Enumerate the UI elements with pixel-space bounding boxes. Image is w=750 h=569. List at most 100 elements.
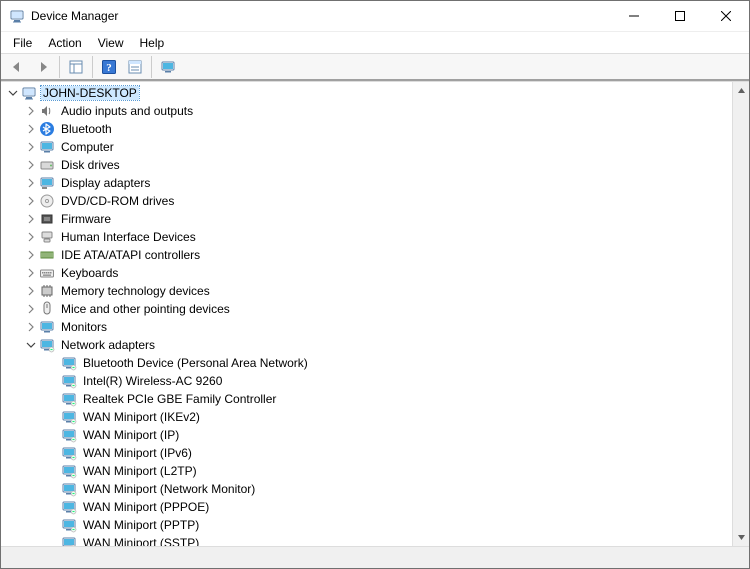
tree-node[interactable]: Mice and other pointing devices <box>1 300 732 318</box>
tree-node[interactable]: Realtek PCIe GBE Family Controller <box>1 390 732 408</box>
keyboard-icon <box>39 265 55 281</box>
tree-node[interactable]: WAN Miniport (PPPOE) <box>1 498 732 516</box>
tree-node[interactable]: WAN Miniport (L2TP) <box>1 462 732 480</box>
disk-icon <box>39 157 55 173</box>
tree-node[interactable]: IDE ATA/ATAPI controllers <box>1 246 732 264</box>
tree-node-label: Network adapters <box>59 338 157 352</box>
expand-icon[interactable] <box>23 211 39 227</box>
tree-node[interactable]: Intel(R) Wireless-AC 9260 <box>1 372 732 390</box>
tree-node[interactable]: Firmware <box>1 210 732 228</box>
back-button[interactable] <box>5 55 29 79</box>
forward-button[interactable] <box>31 55 55 79</box>
tree-node-label: Display adapters <box>59 176 152 190</box>
properties-button[interactable] <box>123 55 147 79</box>
window-title: Device Manager <box>31 9 118 23</box>
tree-node-label: DVD/CD-ROM drives <box>59 194 176 208</box>
tree-node-label: WAN Miniport (IKEv2) <box>81 410 202 424</box>
expand-icon[interactable] <box>23 175 39 191</box>
vertical-scrollbar[interactable] <box>732 82 749 546</box>
network-icon <box>61 445 77 461</box>
tree-node[interactable]: WAN Miniport (Network Monitor) <box>1 480 732 498</box>
expand-icon[interactable] <box>23 301 39 317</box>
tree-node-label: Keyboards <box>59 266 120 280</box>
memory-icon <box>39 283 55 299</box>
network-icon <box>39 337 55 353</box>
network-icon <box>61 355 77 371</box>
tree-node[interactable]: WAN Miniport (IP) <box>1 426 732 444</box>
tree-node[interactable]: WAN Miniport (PPTP) <box>1 516 732 534</box>
tree-node-label: JOHN-DESKTOP <box>41 86 139 100</box>
tree-node-label: WAN Miniport (IP) <box>81 428 181 442</box>
expand-icon[interactable] <box>23 121 39 137</box>
tree-node-label: Memory technology devices <box>59 284 212 298</box>
expand-icon[interactable] <box>23 103 39 119</box>
device-manager-window: Device Manager File Action View Help <box>0 0 750 569</box>
collapse-icon[interactable] <box>23 337 39 353</box>
monitor-icon <box>39 139 55 155</box>
expand-icon[interactable] <box>23 139 39 155</box>
tree-node-label: Human Interface Devices <box>59 230 198 244</box>
menu-help[interactable]: Help <box>132 33 173 53</box>
tree-node-label: Mice and other pointing devices <box>59 302 232 316</box>
maximize-button[interactable] <box>657 1 703 31</box>
network-icon <box>61 463 77 479</box>
scan-hardware-button[interactable] <box>156 55 180 79</box>
tree-node-label: WAN Miniport (L2TP) <box>81 464 199 478</box>
tree-node[interactable]: WAN Miniport (SSTP) <box>1 534 732 546</box>
tree-node-label: WAN Miniport (PPTP) <box>81 518 201 532</box>
network-icon <box>61 481 77 497</box>
expand-icon[interactable] <box>23 247 39 263</box>
tree-node[interactable]: Disk drives <box>1 156 732 174</box>
network-icon <box>61 499 77 515</box>
menu-action[interactable]: Action <box>40 33 89 53</box>
network-icon <box>61 373 77 389</box>
expand-icon[interactable] <box>23 229 39 245</box>
mouse-icon <box>39 301 55 317</box>
tree-node[interactable]: Keyboards <box>1 264 732 282</box>
help-button[interactable]: ? <box>97 55 121 79</box>
expand-icon[interactable] <box>23 319 39 335</box>
tree-node-label: Intel(R) Wireless-AC 9260 <box>81 374 224 388</box>
statusbar <box>1 546 749 568</box>
app-icon <box>9 8 25 24</box>
tree-node[interactable]: Computer <box>1 138 732 156</box>
show-hide-tree-button[interactable] <box>64 55 88 79</box>
ide-icon <box>39 247 55 263</box>
network-icon <box>61 427 77 443</box>
tree-node-label: WAN Miniport (Network Monitor) <box>81 482 257 496</box>
tree-node-label: WAN Miniport (PPPOE) <box>81 500 211 514</box>
device-tree[interactable]: JOHN-DESKTOPAudio inputs and outputsBlue… <box>1 82 732 546</box>
tree-node[interactable]: Audio inputs and outputs <box>1 102 732 120</box>
expand-icon[interactable] <box>23 265 39 281</box>
tree-node[interactable]: Monitors <box>1 318 732 336</box>
tree-node[interactable]: JOHN-DESKTOP <box>1 84 732 102</box>
audio-icon <box>39 103 55 119</box>
expand-icon[interactable] <box>23 157 39 173</box>
close-button[interactable] <box>703 1 749 31</box>
bluetooth-icon <box>39 121 55 137</box>
collapse-icon[interactable] <box>5 85 21 101</box>
tree-node[interactable]: Bluetooth Device (Personal Area Network) <box>1 354 732 372</box>
tree-node[interactable]: Network adapters <box>1 336 732 354</box>
titlebar: Device Manager <box>1 1 749 31</box>
minimize-button[interactable] <box>611 1 657 31</box>
window-controls <box>611 1 749 31</box>
tree-node[interactable]: Memory technology devices <box>1 282 732 300</box>
tree-node[interactable]: DVD/CD-ROM drives <box>1 192 732 210</box>
tree-node[interactable]: Bluetooth <box>1 120 732 138</box>
scroll-down-button[interactable] <box>733 529 749 546</box>
tree-node-label: Monitors <box>59 320 109 334</box>
tree-node[interactable]: Display adapters <box>1 174 732 192</box>
menu-view[interactable]: View <box>90 33 132 53</box>
menu-file[interactable]: File <box>5 33 40 53</box>
tree-node-label: Firmware <box>59 212 113 226</box>
tree-node[interactable]: Human Interface Devices <box>1 228 732 246</box>
tree-node[interactable]: WAN Miniport (IKEv2) <box>1 408 732 426</box>
tree-node-label: WAN Miniport (SSTP) <box>81 536 201 546</box>
expand-icon[interactable] <box>23 193 39 209</box>
scroll-up-button[interactable] <box>733 82 749 99</box>
svg-text:?: ? <box>106 62 112 74</box>
menubar: File Action View Help <box>1 31 749 53</box>
expand-icon[interactable] <box>23 283 39 299</box>
tree-node[interactable]: WAN Miniport (IPv6) <box>1 444 732 462</box>
